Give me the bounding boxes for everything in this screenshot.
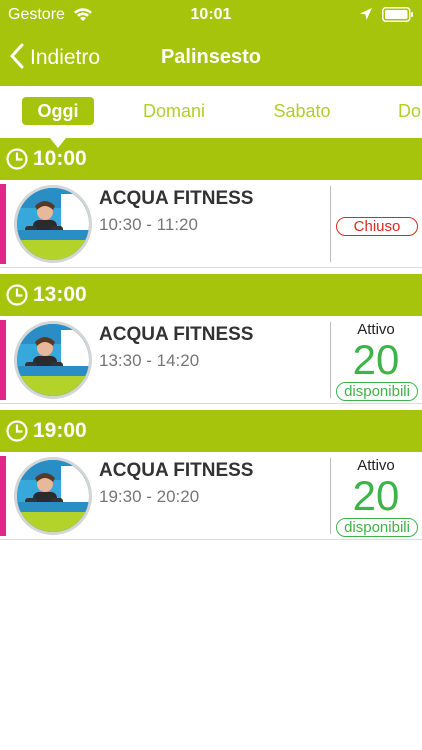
time-section-header: 19:00 [0, 410, 422, 452]
time-section-header: 13:00 [0, 274, 422, 316]
clock-icon [6, 148, 28, 175]
page-title: Palinsesto [0, 46, 422, 69]
row-accent-bar [0, 184, 6, 264]
section-time: 10:00 [33, 147, 87, 170]
navigation-bar: Indietro Palinsesto [0, 30, 422, 86]
status-badge-closed: Chiuso [336, 217, 418, 236]
tab-today[interactable]: Oggi [22, 97, 94, 125]
clock-icon [6, 284, 28, 311]
class-row[interactable]: ACQUA FITNESS 10:30 - 11:20 Chiuso [0, 180, 422, 268]
availability-badge: disponibili [336, 382, 418, 401]
active-tab-pointer [50, 138, 66, 148]
battery-icon [382, 7, 414, 27]
class-thumbnail [14, 321, 92, 399]
tab-tomorrow[interactable]: Domani [132, 97, 216, 125]
section-time: 13:00 [33, 283, 87, 306]
class-title: ACQUA FITNESS [99, 324, 254, 345]
location-arrow-icon [359, 7, 373, 26]
class-row[interactable]: ACQUA FITNESS 13:30 - 14:20 Attivo 20 di… [0, 316, 422, 404]
class-title: ACQUA FITNESS [99, 460, 254, 481]
row-accent-bar [0, 456, 6, 536]
available-count: 20 [352, 336, 400, 383]
row-accent-bar [0, 320, 6, 400]
clock-icon [6, 420, 28, 447]
status-bar: Gestore 10:01 [0, 0, 422, 30]
row-divider [330, 186, 331, 262]
availability-badge: disponibili [336, 518, 418, 537]
day-tabs: Oggi Domani Sabato Do [0, 86, 422, 138]
class-time-range: 13:30 - 14:20 [99, 351, 200, 370]
class-thumbnail [14, 457, 92, 535]
tab-sunday[interactable]: Do [398, 97, 422, 125]
section-time: 19:00 [33, 419, 87, 442]
available-count: 20 [352, 472, 400, 519]
class-row[interactable]: ACQUA FITNESS 19:30 - 20:20 Attivo 20 di… [0, 452, 422, 540]
page-title-text: Palinsesto [160, 46, 262, 68]
app-header: Gestore 10:01 Indietro Palinsesto [0, 0, 422, 86]
class-time-range: 19:30 - 20:20 [99, 487, 200, 506]
class-title: ACQUA FITNESS [99, 188, 254, 209]
class-time-range: 10:30 - 11:20 [99, 215, 198, 234]
class-thumbnail [14, 185, 92, 263]
tab-saturday[interactable]: Sabato [262, 97, 342, 125]
